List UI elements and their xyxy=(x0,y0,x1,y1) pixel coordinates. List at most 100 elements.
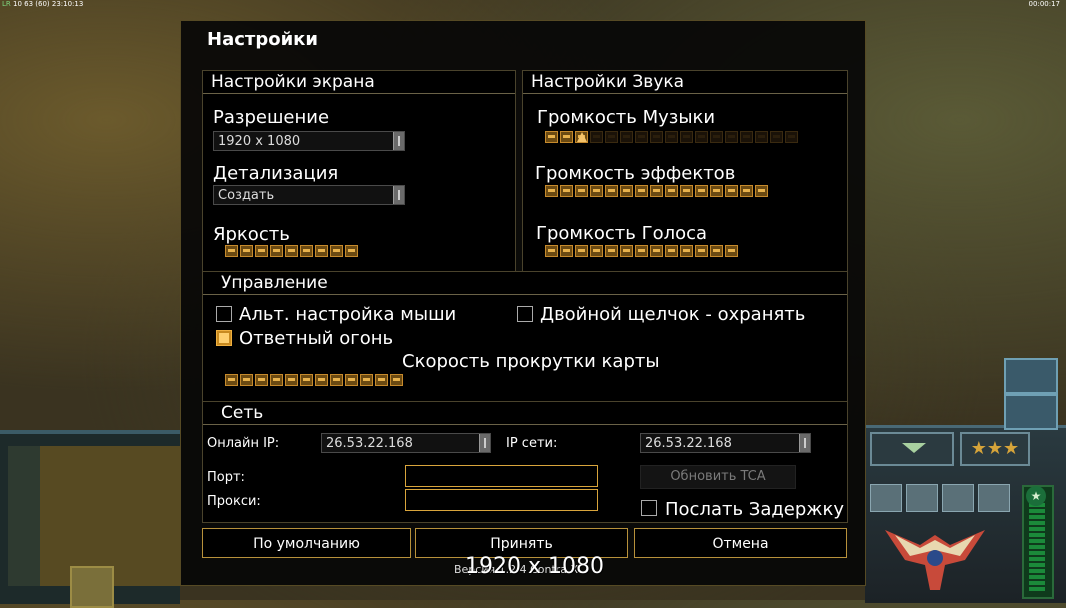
slider-segment[interactable] xyxy=(680,131,693,143)
slider-segment[interactable] xyxy=(605,245,618,257)
slider-segment[interactable] xyxy=(605,131,618,143)
slider-segment[interactable] xyxy=(605,185,618,197)
effects-volume-slider[interactable] xyxy=(545,185,768,199)
slider-segment[interactable] xyxy=(285,245,298,257)
slider-segment[interactable] xyxy=(740,131,753,143)
slider-segment[interactable] xyxy=(770,131,783,143)
scroll-speed-slider[interactable] xyxy=(225,374,403,388)
slider-segment[interactable] xyxy=(560,185,573,197)
port-input[interactable] xyxy=(405,465,598,487)
slider-segment[interactable] xyxy=(255,245,268,257)
slider-segment[interactable] xyxy=(620,245,633,257)
slider-segment[interactable] xyxy=(545,131,558,143)
slider-segment[interactable] xyxy=(330,374,343,386)
unit-portrait[interactable] xyxy=(870,484,902,512)
slider-segment[interactable] xyxy=(695,245,708,257)
slider-segment[interactable] xyxy=(710,185,723,197)
slider-segment[interactable] xyxy=(270,245,283,257)
slider-segment[interactable] xyxy=(360,374,373,386)
slider-segment[interactable] xyxy=(725,245,738,257)
slider-segment[interactable] xyxy=(680,245,693,257)
resolution-dropdown-icon[interactable] xyxy=(393,132,404,150)
target-icon[interactable] xyxy=(1004,394,1058,430)
slider-segment[interactable] xyxy=(755,131,768,143)
slider-segment[interactable] xyxy=(635,131,648,143)
slider-segment[interactable] xyxy=(665,185,678,197)
cancel-button[interactable]: Отмена xyxy=(634,528,847,558)
slider-segment[interactable] xyxy=(620,131,633,143)
slider-segment[interactable] xyxy=(330,245,343,257)
slider-segment[interactable] xyxy=(315,374,328,386)
proxy-input[interactable] xyxy=(405,489,598,511)
slider-segment[interactable] xyxy=(300,245,313,257)
slider-segment[interactable] xyxy=(560,245,573,257)
slider-segment[interactable] xyxy=(225,245,238,257)
slider-segment[interactable] xyxy=(695,185,708,197)
minimap[interactable] xyxy=(40,446,180,586)
double-click-checkbox[interactable] xyxy=(517,306,533,322)
slider-segment[interactable] xyxy=(545,245,558,257)
slider-segment[interactable] xyxy=(285,374,298,386)
slider-segment[interactable] xyxy=(345,245,358,257)
slider-segment[interactable] xyxy=(575,245,588,257)
slider-segment[interactable] xyxy=(755,185,768,197)
slider-segment[interactable] xyxy=(300,374,313,386)
slider-segment[interactable] xyxy=(345,374,358,386)
slider-segment[interactable] xyxy=(560,131,573,143)
online-ip-dropdown-icon[interactable] xyxy=(479,434,490,452)
resolution-label: Разрешение xyxy=(213,107,330,128)
music-volume-slider[interactable] xyxy=(545,131,798,145)
slider-segment[interactable] xyxy=(665,131,678,143)
slider-segment[interactable] xyxy=(590,131,603,143)
slider-segment[interactable] xyxy=(650,245,663,257)
refresh-tca-button[interactable]: Обновить TCA xyxy=(640,465,796,489)
slider-segment[interactable] xyxy=(740,185,753,197)
lan-ip-select[interactable]: 26.53.22.168 xyxy=(640,433,811,453)
slider-segment[interactable] xyxy=(240,245,253,257)
slider-segment[interactable] xyxy=(710,245,723,257)
unit-portrait[interactable] xyxy=(942,484,974,512)
slider-segment[interactable] xyxy=(650,185,663,197)
slider-segment[interactable] xyxy=(590,245,603,257)
slider-segment[interactable] xyxy=(635,245,648,257)
send-delay-checkbox[interactable] xyxy=(641,500,657,516)
slider-segment[interactable] xyxy=(590,185,603,197)
unit-portrait[interactable] xyxy=(906,484,938,512)
slider-segment[interactable] xyxy=(390,374,403,386)
brightness-slider[interactable] xyxy=(225,245,358,259)
slider-segment[interactable] xyxy=(315,245,328,257)
detail-select[interactable]: Создать xyxy=(213,185,405,205)
slider-segment[interactable] xyxy=(225,374,238,386)
alt-mouse-checkbox[interactable] xyxy=(216,306,232,322)
lan-ip-dropdown-icon[interactable] xyxy=(799,434,810,452)
hud-timer: 00:00:17 xyxy=(1028,0,1060,8)
voice-volume-slider[interactable] xyxy=(545,245,738,259)
unit-portrait[interactable] xyxy=(978,484,1010,512)
slider-segment[interactable] xyxy=(650,131,663,143)
slider-segment[interactable] xyxy=(545,185,558,197)
slider-segment[interactable] xyxy=(270,374,283,386)
slider-segment[interactable] xyxy=(680,185,693,197)
slider-segment[interactable] xyxy=(240,374,253,386)
return-fire-checkbox[interactable] xyxy=(216,330,232,346)
slider-segment[interactable] xyxy=(255,374,268,386)
online-ip-select[interactable]: 26.53.22.168 xyxy=(321,433,491,453)
detail-dropdown-icon[interactable] xyxy=(393,186,404,204)
online-ip-label: Онлайн IP: xyxy=(207,436,280,451)
slider-segment[interactable] xyxy=(695,131,708,143)
slider-segment[interactable] xyxy=(665,245,678,257)
collapse-arrow-icon[interactable] xyxy=(870,432,954,466)
slider-segment[interactable] xyxy=(620,185,633,197)
defaults-button[interactable]: По умолчанию xyxy=(202,528,411,558)
unit-tank-icon[interactable] xyxy=(1004,358,1058,394)
slider-segment[interactable] xyxy=(725,131,738,143)
port-label: Порт: xyxy=(207,470,245,485)
slider-segment[interactable] xyxy=(375,374,388,386)
resolution-select[interactable]: 1920 x 1080 xyxy=(213,131,405,151)
slider-segment[interactable] xyxy=(635,185,648,197)
slider-segment[interactable] xyxy=(725,185,738,197)
slider-segment[interactable] xyxy=(710,131,723,143)
slider-thumb-icon[interactable] xyxy=(577,132,587,142)
slider-segment[interactable] xyxy=(575,185,588,197)
slider-segment[interactable] xyxy=(785,131,798,143)
